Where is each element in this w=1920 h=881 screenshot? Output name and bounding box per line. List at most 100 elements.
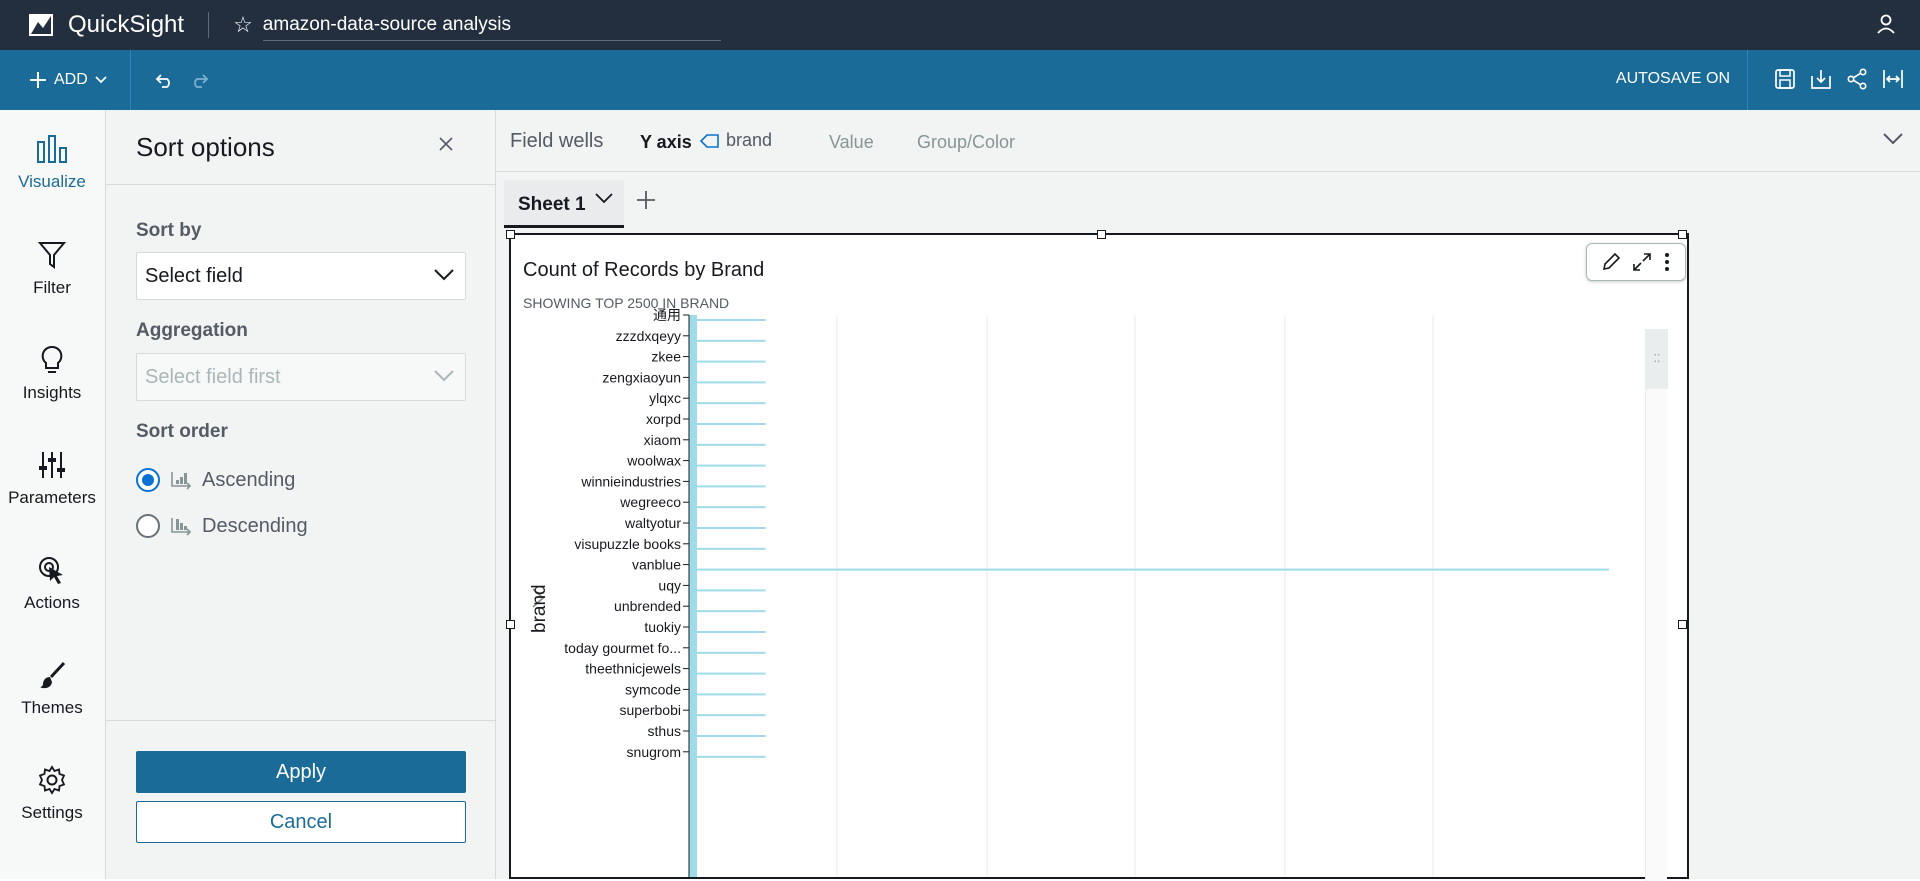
- y-tick-label: zkee: [651, 349, 681, 365]
- star-icon[interactable]: ☆: [233, 12, 253, 38]
- add-sheet-icon[interactable]: [636, 190, 656, 210]
- y-tick-label: today gourmet fo...: [564, 640, 681, 656]
- bar: [689, 339, 766, 342]
- y-axis-field-pill[interactable]: brand: [700, 130, 772, 151]
- chevron-down-icon: [434, 370, 454, 382]
- fit-width-icon[interactable]: [1882, 68, 1904, 90]
- analysis-title[interactable]: amazon-data-source analysis: [262, 10, 721, 41]
- bar-band: [689, 315, 697, 877]
- descending-option[interactable]: Descending: [136, 514, 308, 538]
- nav-insights[interactable]: Insights: [0, 345, 104, 403]
- y-axis-well-label: Y axis: [640, 132, 692, 152]
- share-icon[interactable]: [1846, 68, 1868, 90]
- chart-scrollbar[interactable]: ⁚⁚: [1645, 329, 1668, 881]
- autosave-status[interactable]: AUTOSAVE ON: [1616, 70, 1730, 88]
- bar: [689, 568, 1609, 571]
- y-tick-label: uqy: [658, 577, 681, 593]
- nav-label: Visualize: [18, 172, 86, 191]
- bar: [689, 423, 766, 425]
- export-icon[interactable]: [1810, 68, 1832, 90]
- nav-actions[interactable]: Actions: [0, 555, 104, 613]
- chevron-down-icon: [95, 76, 107, 84]
- nav-label: Insights: [22, 383, 82, 402]
- ascending-label: Ascending: [202, 468, 296, 491]
- filter-icon: [37, 242, 67, 269]
- nav-label: Settings: [21, 803, 83, 822]
- nav-filter[interactable]: Filter: [0, 240, 104, 298]
- save-icon[interactable]: [1774, 68, 1796, 90]
- bar: [689, 464, 766, 467]
- bar: [689, 631, 766, 633]
- bar: [689, 547, 766, 550]
- divider: [208, 12, 210, 38]
- bar: [689, 485, 766, 488]
- bar: [689, 506, 766, 509]
- add-label: ADD: [54, 71, 88, 88]
- field-wells-bar: Field wells Y axis brand Value Group/Col…: [496, 110, 1920, 172]
- y-tick-label: superbobi: [620, 702, 682, 718]
- nav-label: Actions: [24, 593, 80, 612]
- chart-plot: 通用 zzzdxqeyy zkee zengxiaoyun ylqxc xorpd xiao…: [564, 307, 1609, 877]
- y-tick-label: woolwax: [626, 453, 681, 469]
- bar: [689, 319, 766, 321]
- descending-radio[interactable]: [136, 514, 160, 538]
- pointer-icon: [39, 557, 63, 584]
- bar: [689, 755, 766, 758]
- quicksight-logo-icon: [29, 14, 53, 36]
- sort-order-label: Sort order: [136, 421, 228, 442]
- sort-by-value: Select field: [145, 265, 243, 287]
- cancel-button[interactable]: Cancel: [136, 801, 466, 843]
- nav-visualize[interactable]: Visualize: [0, 134, 104, 192]
- descending-label: Descending: [202, 514, 308, 537]
- y-tick-label: waltyotur: [624, 515, 681, 531]
- user-icon[interactable]: [1876, 13, 1896, 35]
- ascending-radio[interactable]: [136, 468, 160, 492]
- field-wells-title[interactable]: Field wells: [510, 130, 603, 153]
- bar: [689, 360, 766, 363]
- apply-button[interactable]: Apply: [136, 751, 466, 793]
- ascending-option[interactable]: Ascending: [136, 468, 295, 492]
- sheet-tab-label: Sheet 1: [518, 194, 586, 215]
- add-button[interactable]: ADD: [28, 70, 108, 90]
- sort-ascending-icon: [171, 472, 192, 490]
- brush-icon: [40, 661, 66, 689]
- nav-themes[interactable]: Themes: [0, 660, 104, 718]
- top-bar: QuickSight ☆ amazon-data-source analysis: [0, 0, 1920, 50]
- gear-icon: [38, 765, 66, 795]
- nav-label: Themes: [21, 698, 83, 717]
- scroll-thumb[interactable]: ⁚⁚: [1646, 329, 1668, 389]
- left-nav: Visualize Filter Insights Parameters Act…: [0, 110, 106, 879]
- bar: [689, 402, 766, 405]
- y-tick-label: theethnicjewels: [585, 661, 681, 677]
- nav-settings[interactable]: Settings: [0, 765, 104, 823]
- bar: [689, 693, 766, 696]
- sort-by-select[interactable]: Select field: [136, 252, 466, 300]
- group-color-well[interactable]: Group/Color: [917, 132, 1015, 153]
- nav-parameters[interactable]: Parameters: [0, 450, 104, 508]
- sheet-tab-bar: Sheet 1: [496, 172, 1920, 228]
- nav-label: Parameters: [8, 488, 96, 507]
- chevron-down-icon[interactable]: [594, 192, 614, 206]
- nav-label: Filter: [33, 278, 71, 297]
- undo-icon[interactable]: [153, 71, 175, 89]
- bar-chart-visual[interactable]: Count of Records by Brand SHOWING TOP 25…: [506, 230, 1689, 881]
- aggregation-select[interactable]: Select field first: [136, 353, 466, 401]
- close-icon[interactable]: [438, 136, 454, 152]
- chevron-down-icon[interactable]: [1882, 132, 1904, 146]
- bar: [689, 381, 766, 384]
- plus-icon: [30, 72, 46, 88]
- y-tick-label: unbrended: [614, 598, 681, 614]
- value-well[interactable]: Value: [829, 132, 874, 153]
- bar: [689, 735, 766, 737]
- divider: [1747, 50, 1748, 110]
- y-tick-label: xorpd: [646, 411, 681, 427]
- bar-chart-icon: [37, 135, 67, 163]
- panel-title: Sort options: [136, 132, 275, 162]
- y-tick-label: xiaom: [644, 432, 681, 448]
- sort-options-panel: Sort options Sort by Select field Aggreg…: [106, 110, 496, 879]
- y-tick-label: ylqxc: [649, 390, 681, 406]
- y-tick-label: sthus: [648, 723, 681, 739]
- redo-icon[interactable]: [189, 71, 211, 89]
- app-logo[interactable]: QuickSight: [28, 11, 184, 39]
- divider: [129, 50, 131, 110]
